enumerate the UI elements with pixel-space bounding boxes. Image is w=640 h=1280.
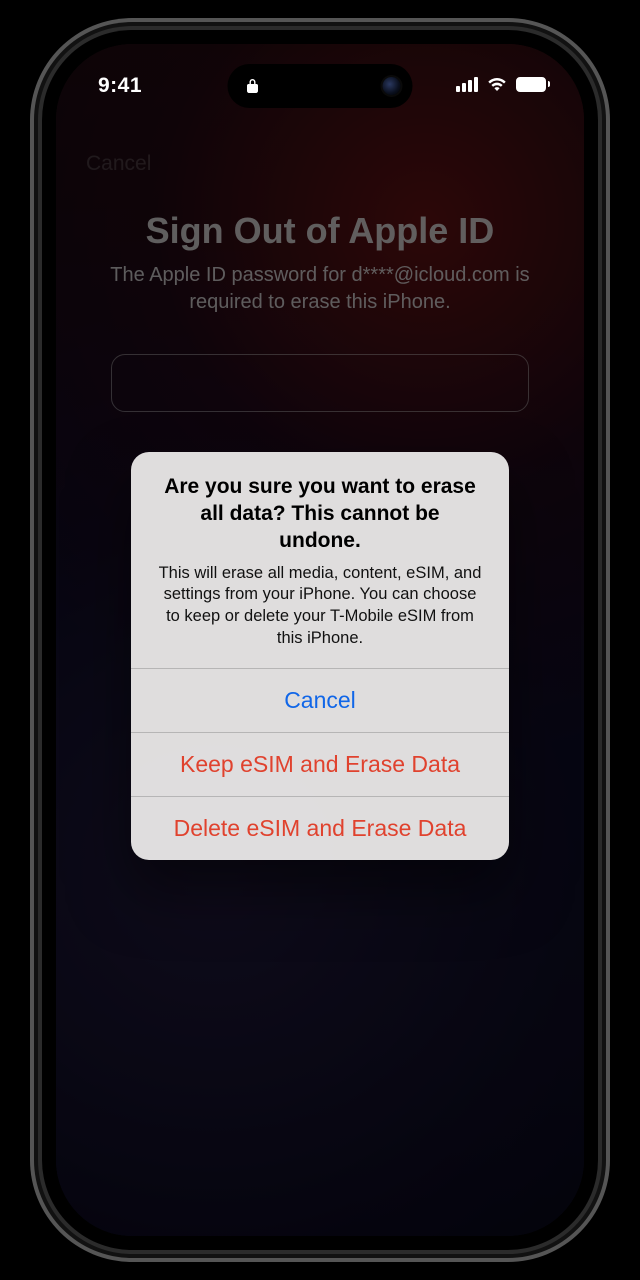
camera-icon [383, 77, 401, 95]
erase-confirmation-sheet: Are you sure you want to erase all data?… [131, 452, 509, 860]
sheet-title: Are you sure you want to erase all data?… [157, 474, 483, 555]
side-button-volume-up [30, 310, 38, 390]
keep-esim-erase-button[interactable]: Keep eSIM and Erase Data [131, 732, 509, 796]
dynamic-island [228, 64, 413, 108]
status-indicators [456, 76, 551, 92]
cellular-signal-icon [456, 76, 478, 92]
status-time: 9:41 [98, 74, 142, 98]
cancel-button[interactable]: Cancel [131, 668, 509, 732]
sheet-message: This will erase all media, content, eSIM… [157, 563, 483, 650]
sheet-header: Are you sure you want to erase all data?… [131, 452, 509, 668]
side-button-silence [30, 230, 38, 270]
battery-icon [516, 77, 551, 92]
screen: Cancel Sign Out of Apple ID The Apple ID… [56, 44, 584, 1236]
lock-icon [242, 75, 264, 97]
side-button-power [602, 340, 610, 460]
side-button-volume-down [30, 410, 38, 490]
delete-esim-erase-button[interactable]: Delete eSIM and Erase Data [131, 796, 509, 860]
wifi-icon [486, 76, 508, 92]
device-frame: Cancel Sign Out of Apple ID The Apple ID… [42, 30, 598, 1250]
